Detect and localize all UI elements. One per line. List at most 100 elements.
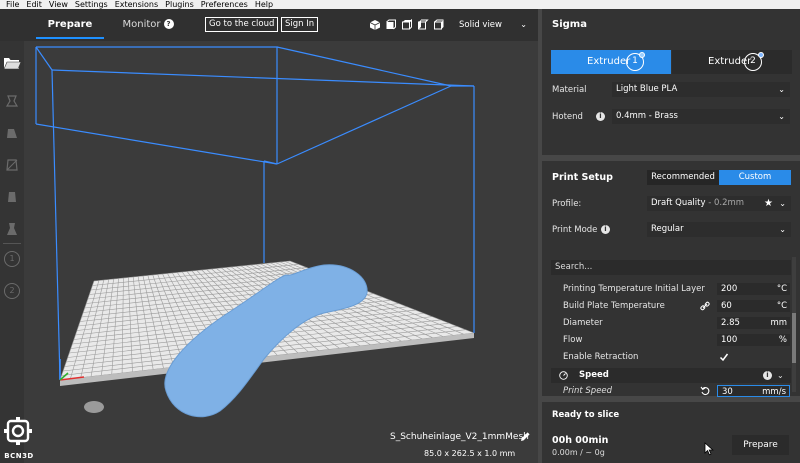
print-time-estimate: 00h 00min	[552, 435, 609, 446]
print-mode-select[interactable]: Regular ⌄	[647, 222, 791, 237]
view-front-icon[interactable]	[385, 19, 397, 31]
setting-field[interactable]: 200 °C	[717, 283, 790, 295]
speed-gauge-icon	[559, 371, 568, 380]
view-top-icon[interactable]	[401, 19, 413, 31]
support-tool-button[interactable]	[2, 219, 22, 239]
extruder-1-tab[interactable]: Extruder 1	[551, 50, 671, 74]
setting-label: Flow	[563, 335, 583, 345]
view-right-icon[interactable]	[433, 19, 445, 31]
scale-tool-button[interactable]	[2, 123, 22, 143]
profile-select[interactable]: Draft Quality - 0.2mm ★ ⌄	[647, 196, 791, 211]
link-icon[interactable]	[700, 301, 710, 311]
info-icon[interactable]: i	[763, 371, 772, 380]
extruder-1-icon: 1	[4, 251, 20, 267]
menu-file[interactable]: File	[6, 0, 19, 9]
checkmark-icon[interactable]	[719, 352, 729, 362]
sign-in-button[interactable]: Sign In	[281, 17, 319, 32]
edit-name-icon[interactable]	[520, 431, 531, 442]
material-value: Light Blue PLA	[616, 84, 678, 94]
profile-value: Draft Quality	[651, 198, 706, 208]
mirror-tool-button[interactable]	[2, 187, 22, 207]
menu-extensions[interactable]: Extensions	[115, 0, 158, 9]
setting-label: Print Speed	[563, 386, 613, 396]
speed-category-header[interactable]: Speed i ⌄	[551, 368, 791, 383]
profile-label: Profile:	[552, 199, 582, 209]
setting-unit: °C	[776, 301, 787, 311]
extruder-2-tool-button[interactable]: 2	[2, 281, 22, 301]
build-volume-scene	[35, 46, 475, 418]
extruder-2-tab[interactable]: Extruder 2	[672, 50, 792, 74]
print-speed-field[interactable]: 30 mm/s	[717, 385, 790, 397]
view-left-icon[interactable]	[417, 19, 429, 31]
tab-monitor[interactable]: Monitor?	[118, 9, 178, 41]
mirror-icon	[8, 192, 16, 202]
extruder-1-number: 1	[9, 254, 15, 263]
menu-preferences[interactable]: Preferences	[201, 0, 248, 9]
object-name: S_Schuheinlage_V2_1mmMesh	[390, 432, 529, 442]
chevron-down-icon: ⌄	[777, 371, 784, 380]
material-color-dot	[758, 52, 764, 58]
setting-label: Printing Temperature Initial Layer	[563, 284, 705, 294]
rotate-icon	[6, 159, 18, 171]
setting-label: Enable Retraction	[563, 352, 639, 362]
view-mode-select[interactable]: Solid view ⌄	[454, 17, 532, 33]
setting-unit: %	[778, 335, 787, 345]
settings-search-input[interactable]: Search...	[551, 260, 791, 275]
go-to-cloud-button[interactable]: Go to the cloud	[205, 17, 279, 32]
material-select[interactable]: Light Blue PLA ⌄	[612, 82, 790, 97]
move-tool-button[interactable]	[2, 91, 22, 111]
profile-layer-height: - 0.2mm	[708, 198, 745, 208]
logo-text: BCN3D	[4, 452, 34, 460]
chevron-down-icon: ⌄	[778, 112, 785, 121]
scrollbar-thumb[interactable]	[792, 313, 796, 363]
3d-viewport[interactable]	[24, 41, 538, 463]
hotend-value: 0.4mm - Brass	[616, 111, 678, 121]
folder-icon	[3, 58, 21, 70]
info-icon[interactable]: i	[596, 112, 605, 121]
recommended-mode-button[interactable]: Recommended	[647, 170, 719, 185]
material-label: Material	[552, 85, 587, 95]
setting-value: 100	[721, 335, 738, 345]
star-icon[interactable]: ★	[764, 196, 773, 211]
speed-category-title: Speed	[579, 370, 609, 380]
menu-edit[interactable]: Edit	[26, 0, 42, 9]
rotate-tool-button[interactable]	[2, 155, 22, 175]
setting-field[interactable]: 2.85 mm	[717, 317, 790, 329]
tab-prepare[interactable]: Prepare	[36, 9, 104, 41]
reset-icon[interactable]	[700, 386, 710, 396]
setting-value: 2.85	[721, 318, 740, 328]
custom-mode-button[interactable]: Custom	[719, 170, 791, 185]
print-setup-section: Print Setup Recommended Custom Profile: …	[542, 161, 800, 397]
view-3d-icon[interactable]	[369, 19, 381, 31]
printer-section: Sigma Extruder 1 Extruder 2 Material Lig…	[542, 9, 800, 155]
view-mode-value: Solid view	[459, 20, 502, 30]
move-icon	[5, 95, 19, 107]
menu-help[interactable]: Help	[255, 0, 273, 9]
slice-section: Ready to slice 00h 00min 0.00m / ~ 0g Pr…	[542, 402, 800, 463]
setting-value: 60	[721, 301, 732, 311]
chevron-down-icon: ⌄	[520, 20, 527, 29]
menu-bar: File Edit View Settings Extensions Plugi…	[0, 0, 800, 9]
support-blocker-icon	[7, 223, 17, 235]
material-usage-estimate: 0.00m / ~ 0g	[552, 448, 605, 457]
menu-view[interactable]: View	[49, 0, 68, 9]
info-icon[interactable]: i	[601, 225, 610, 234]
menu-settings[interactable]: Settings	[75, 0, 108, 9]
extruder-1-tool-button[interactable]: 1	[2, 249, 22, 269]
chevron-down-icon: ⌄	[779, 225, 786, 234]
printer-name[interactable]: Sigma	[552, 19, 587, 30]
print-mode-value: Regular	[651, 224, 684, 234]
setting-label: Diameter	[563, 318, 603, 328]
open-file-button[interactable]	[2, 53, 22, 73]
hotend-select[interactable]: 0.4mm - Brass ⌄	[612, 109, 790, 124]
settings-panel: Sigma Extruder 1 Extruder 2 Material Lig…	[538, 9, 800, 463]
setting-label: Build Plate Temperature	[563, 301, 665, 311]
prepare-slice-button[interactable]: Prepare	[732, 435, 789, 455]
setting-field[interactable]: 60 °C	[717, 300, 790, 312]
extruder-2-number: 2	[9, 286, 15, 295]
menu-plugins[interactable]: Plugins	[165, 0, 194, 9]
setting-value: 200	[721, 284, 738, 294]
setting-field[interactable]: 100%	[717, 334, 790, 346]
setting-unit: mm	[770, 318, 787, 328]
setting-unit: mm/s	[762, 387, 786, 397]
